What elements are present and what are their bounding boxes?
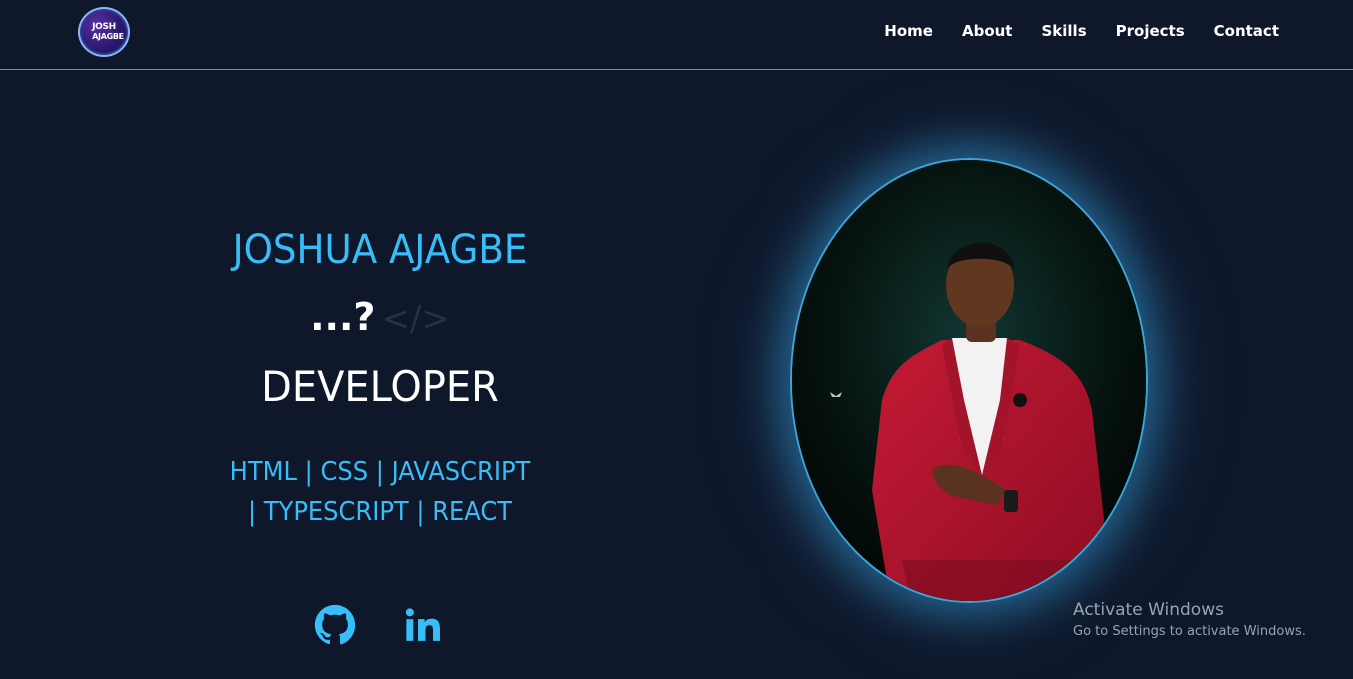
watermark-subtitle: Go to Settings to activate Windows. — [1073, 624, 1306, 639]
profile-photo — [790, 158, 1148, 603]
hero-name: JOSHUA AJAGBE — [232, 227, 528, 273]
site-header: JOSH AJAGBE Home About Skills Projects C… — [0, 0, 1353, 70]
github-icon — [314, 604, 356, 645]
main-nav: Home About Skills Projects Contact — [884, 22, 1279, 40]
code-icon: </> — [381, 299, 450, 339]
skills-line-1: HTML | CSS | JAVASCRIPT — [229, 457, 531, 487]
typing-text: ...? — [310, 295, 376, 339]
profile-photo-illustration — [792, 160, 1146, 601]
page: JOSH AJAGBE Home About Skills Projects C… — [0, 0, 1353, 679]
skills-line-2: | TYPESCRIPT | REACT — [247, 497, 513, 527]
hero-section: JOSHUA AJAGBE ...? </> DEVELOPER HTML | C… — [150, 220, 610, 532]
logo-text-line1: JOSH — [92, 22, 116, 32]
nav-projects[interactable]: Projects — [1116, 22, 1185, 40]
linkedin-icon — [405, 608, 440, 641]
logo-text-line2: AJAGBE — [92, 32, 124, 41]
nav-contact[interactable]: Contact — [1214, 22, 1279, 40]
hero-role: DEVELOPER — [261, 362, 499, 411]
social-links — [313, 603, 445, 647]
nav-about[interactable]: About — [962, 22, 1013, 40]
nav-home[interactable]: Home — [884, 22, 933, 40]
skills-list: HTML | CSS | JAVASCRIPT | TYPESCRIPT | R… — [213, 452, 548, 532]
activate-windows-watermark: Activate Windows Go to Settings to activ… — [1073, 600, 1306, 639]
github-link[interactable] — [313, 603, 357, 647]
nav-skills[interactable]: Skills — [1041, 22, 1086, 40]
typing-line: ...? </> — [150, 292, 610, 342]
logo[interactable]: JOSH AJAGBE — [78, 7, 130, 57]
linkedin-link[interactable] — [401, 603, 445, 647]
watermark-title: Activate Windows — [1073, 600, 1224, 620]
